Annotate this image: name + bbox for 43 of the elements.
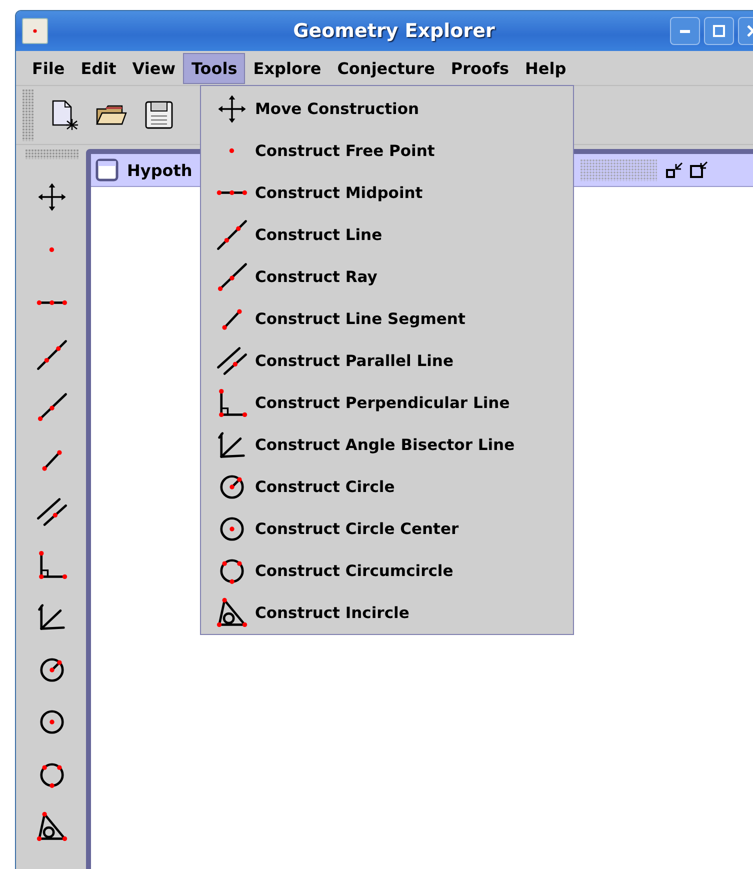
minimize-button[interactable] bbox=[670, 17, 700, 45]
minimize-icon bbox=[680, 30, 690, 32]
line-icon bbox=[35, 338, 69, 372]
incircle-icon bbox=[215, 596, 249, 630]
menu-entry[interactable]: Construct Ray bbox=[201, 256, 573, 298]
menu-entry[interactable]: Construct Line bbox=[201, 214, 573, 256]
ray-icon bbox=[215, 260, 249, 294]
line-icon bbox=[215, 218, 249, 252]
midpoint-icon bbox=[36, 298, 68, 306]
menu-entry[interactable]: Construct Circle bbox=[201, 466, 573, 508]
frame-title: Hypoth bbox=[127, 160, 192, 180]
menu-entry[interactable]: Construct Midpoint bbox=[201, 172, 573, 214]
parallel-lines-icon bbox=[215, 344, 249, 378]
point-icon bbox=[228, 147, 236, 155]
menu-item[interactable]: Help bbox=[517, 52, 574, 84]
menu-item[interactable]: Conjecture bbox=[329, 52, 443, 84]
menu-entry[interactable]: Construct Line Segment bbox=[201, 298, 573, 340]
menu-item[interactable]: Explore bbox=[245, 52, 330, 84]
menu-item[interactable]: View bbox=[124, 52, 184, 84]
maximize-icon bbox=[712, 24, 726, 38]
window-title: Geometry Explorer bbox=[292, 20, 496, 42]
menu-entry[interactable]: Construct Circumcircle bbox=[201, 550, 573, 592]
menu-item[interactable]: Proofs bbox=[442, 52, 518, 84]
menu-item[interactable]: Tools bbox=[183, 52, 246, 84]
menu-item[interactable]: Edit bbox=[72, 52, 124, 84]
restore-icon[interactable] bbox=[689, 160, 709, 180]
menu-entry[interactable]: Construct Free Point bbox=[201, 130, 573, 172]
menu-entry[interactable]: Construct Circle Center bbox=[201, 508, 573, 550]
midpoint-icon bbox=[216, 189, 248, 197]
menu-entry[interactable]: Construct Incircle bbox=[201, 592, 573, 634]
menu-entry[interactable]: Move Construction bbox=[201, 88, 573, 130]
palette-grip[interactable] bbox=[25, 149, 79, 159]
app-icon bbox=[22, 18, 48, 44]
menu-entry[interactable]: Construct Perpendicular Line bbox=[201, 382, 573, 424]
maximize-button[interactable] bbox=[704, 17, 734, 45]
point-icon bbox=[48, 246, 56, 254]
iconify-icon[interactable] bbox=[665, 160, 685, 180]
toolbar-grip[interactable] bbox=[22, 89, 34, 141]
new-file-icon[interactable] bbox=[50, 99, 78, 131]
menu-item[interactable]: File bbox=[24, 52, 73, 84]
frame-window-icon bbox=[95, 158, 119, 182]
menu-entry[interactable]: Construct Angle Bisector Line bbox=[201, 424, 573, 466]
menu-entry[interactable]: Construct Parallel Line bbox=[201, 340, 573, 382]
